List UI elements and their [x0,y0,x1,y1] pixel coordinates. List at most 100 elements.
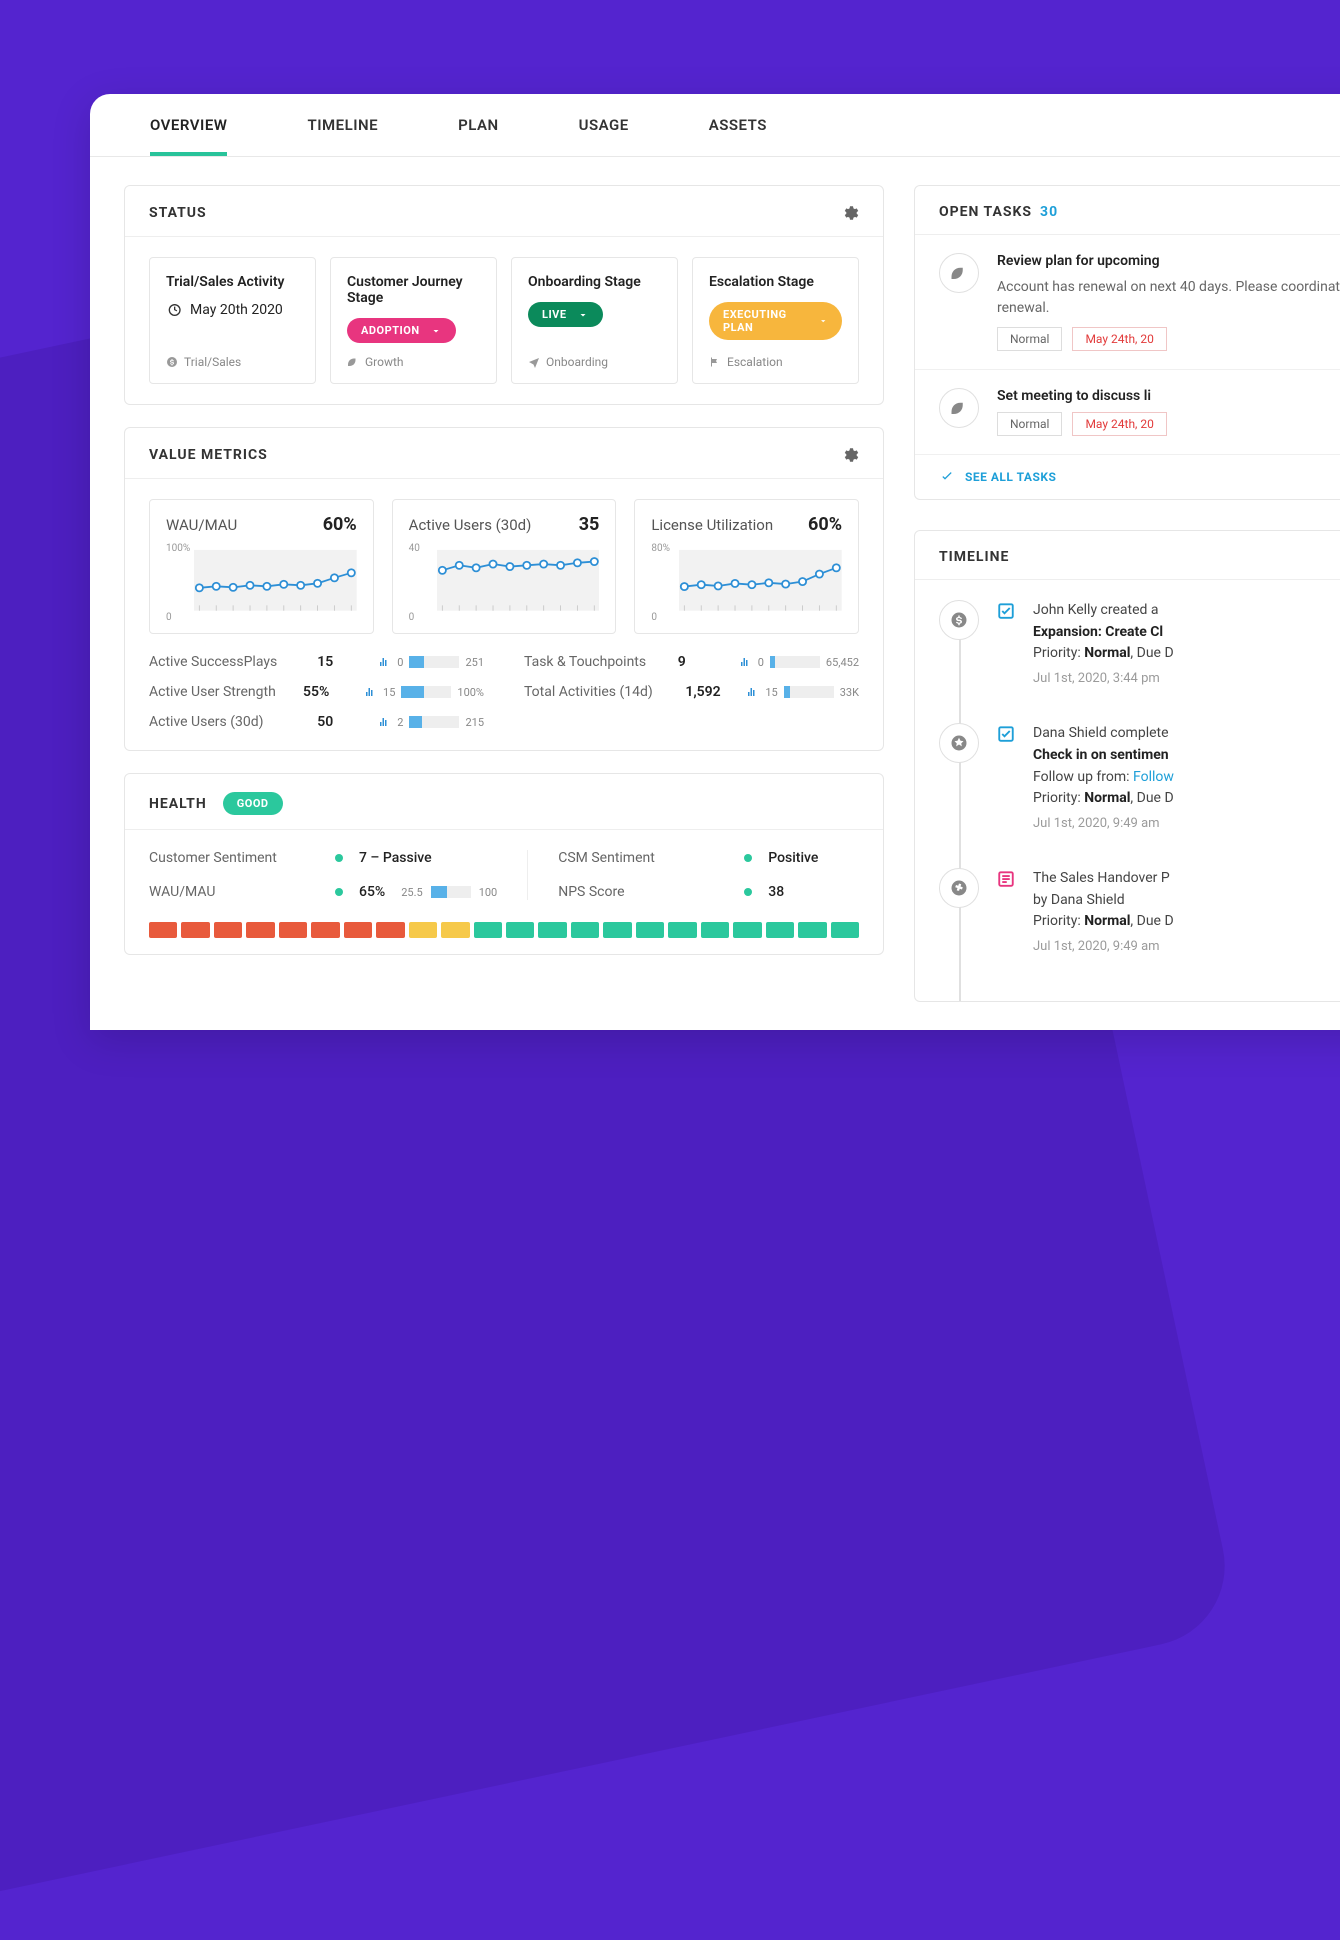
tab-overview[interactable]: OVERVIEW [150,116,227,156]
tab-plan[interactable]: PLAN [458,116,499,156]
journey-pill[interactable]: ADOPTION [347,318,456,343]
health-segment [571,922,599,938]
health-segment [214,922,242,938]
tab-usage[interactable]: USAGE [579,116,629,156]
check-icon [997,602,1015,620]
status-card-title: Trial/Sales Activity [166,274,299,290]
leaf-icon [347,356,359,368]
health-segment [376,922,404,938]
timeline-node-icon [939,868,979,908]
health-segment [538,922,566,938]
timeline-item[interactable]: John Kelly created a Expansion: Create C… [939,600,1340,723]
timeline-node-icon [939,600,979,640]
vm-row: Task & Touchpoints 9 0 65,452 [524,654,859,670]
dot-icon [335,888,343,896]
status-card-foot: Trial/Sales [166,355,299,369]
tl-line: Check in on sentimen [1033,745,1340,767]
health-title: HEALTH [149,796,207,812]
health-label: CSM Sentiment [558,850,728,866]
vm-sparkline: 0 65,452 [738,656,859,669]
task-item[interactable]: Review plan for upcoming Account has ren… [915,235,1340,370]
vm-sparkline: 15 33K [745,686,859,699]
status-card-date: May 20th 2020 [166,302,299,318]
tab-timeline[interactable]: TIMELINE [307,116,378,156]
health-segment [733,922,761,938]
task-title: Review plan for upcoming [997,253,1340,269]
health-row: NPS Score 38 [558,884,859,900]
sparkline-chart [679,549,842,617]
tl-line: Follow up from: Follow [1033,767,1340,789]
gear-icon[interactable] [841,446,859,464]
sparkline-chart [194,549,357,617]
gear-icon[interactable] [841,204,859,222]
vm-row-value: 50 [317,714,363,730]
health-segment [668,922,696,938]
vm-sparkline: 15 100% [363,686,484,699]
see-all-tasks[interactable]: SEE ALL TASKS [915,455,1340,499]
task-item[interactable]: Set meeting to discuss li Normal May 24t… [915,370,1340,455]
status-panel: STATUS Trial/Sales Activity May 20th 202… [124,185,884,405]
y-label: 80% [651,543,670,554]
tl-line: Dana Shield complete [1033,723,1340,745]
health-panel: HEALTH GOOD Customer Sentiment 7 – Passi… [124,773,884,955]
vm-row-value: 15 [317,654,363,670]
vm-chart-value: 60% [323,514,357,535]
tl-line: by Dana Shield [1033,890,1340,912]
status-card-foot: Escalation [709,355,842,369]
vm-chart-label: License Utilization [651,516,773,534]
timeline-item[interactable]: Dana Shield completeCheck in on sentimen… [939,723,1340,868]
open-tasks-title: OPEN TASKS [939,204,1032,220]
health-segment [311,922,339,938]
check-icon [997,725,1015,743]
health-segment [701,922,729,938]
vm-row: Total Activities (14d) 1,592 15 33K [524,684,859,700]
health-value: 7 – Passive [359,850,432,866]
health-row: CSM Sentiment Positive [558,850,859,866]
vm-row: Active Users (30d) 50 2 215 [149,714,484,730]
health-value: 38 [768,884,784,900]
status-card-title: Escalation Stage [709,274,842,290]
health-label: WAU/MAU [149,884,319,900]
escalation-pill[interactable]: EXECUTING PLAN [709,302,842,340]
health-segment [149,922,177,938]
bar-chart-icon [377,656,391,668]
priority-chip: Normal [997,327,1062,351]
leaf-icon [939,253,979,293]
vm-chart: Active Users (30d) 35 40 0 [392,499,617,634]
vm-row: Active SuccessPlays 15 0 251 [149,654,484,670]
health-segment [474,922,502,938]
chevron-down-icon [818,315,828,327]
y-label: 0 [166,612,172,623]
timeline-item[interactable]: The Sales Handover Pby Dana ShieldPriori… [939,868,1340,991]
plane-icon [528,356,540,368]
health-value: Positive [768,850,818,866]
health-segment [506,922,534,938]
tl-meta: Jul 1st, 2020, 3:44 pm [1033,669,1340,689]
onboard-pill[interactable]: LIVE [528,302,603,327]
vm-row: Active User Strength 55% 15 100% [149,684,484,700]
main-tabs: OVERVIEW TIMELINE PLAN USAGE ASSETS [90,94,1340,157]
status-card-journey: Customer Journey Stage ADOPTION Growth [330,257,497,384]
mini-bar: 25.5 100 [401,886,497,899]
health-row: Customer Sentiment 7 – Passive [149,850,497,866]
vm-chart-value: 60% [808,514,842,535]
priority-chip: Normal [997,412,1062,436]
health-segment [246,922,274,938]
task-subtitle: Account has renewal on next 40 days. Ple… [997,277,1340,319]
health-value: 65% [359,884,385,900]
tl-line: Priority: Normal, Due D [1033,911,1340,933]
flag-icon [709,356,721,368]
vm-chart-label: Active Users (30d) [409,516,532,534]
check-icon [939,469,955,485]
task-title: Set meeting to discuss li [997,388,1340,404]
date-chip: May 24th, 20 [1072,412,1166,436]
bar-chart-icon [363,686,377,698]
vm-chart: WAU/MAU 60% 100% 0 [149,499,374,634]
status-card-foot: Growth [347,355,480,369]
y-label: 0 [651,612,657,623]
timeline-panel: TIMELINE John Kelly created a Expansion:… [914,530,1340,1002]
tab-assets[interactable]: ASSETS [709,116,767,156]
health-strip [149,922,859,938]
health-segment [831,922,859,938]
date-chip: May 24th, 20 [1072,327,1166,351]
